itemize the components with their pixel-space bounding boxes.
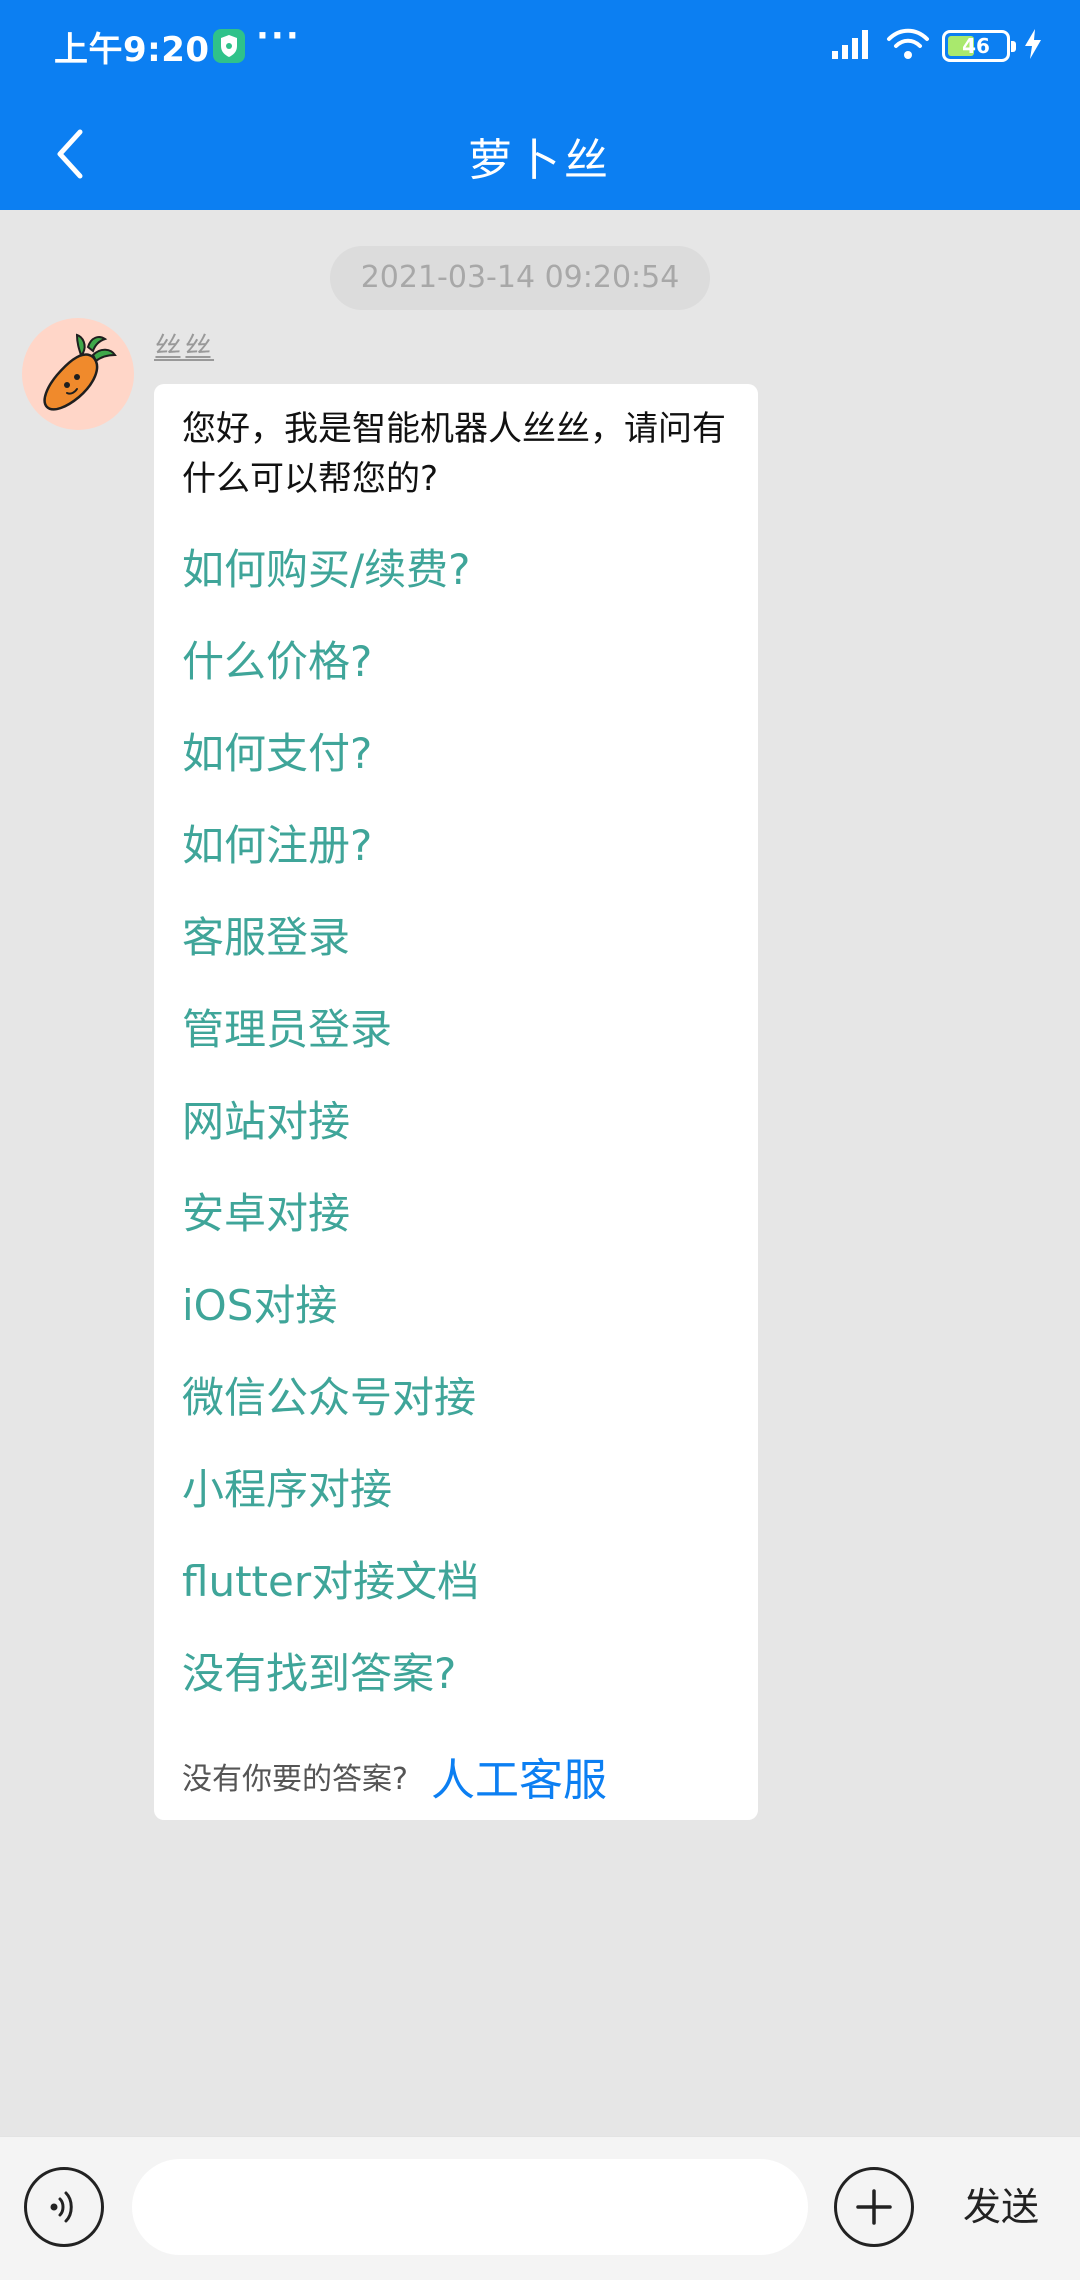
faq-option[interactable]: 如何支付? (182, 720, 372, 781)
bubble-footer: 没有你要的答案? 人工客服 (182, 1744, 607, 1806)
faq-option[interactable]: flutter对接文档 (182, 1548, 479, 1609)
status-time: 上午9:20 (54, 30, 210, 70)
message-input[interactable] (132, 2159, 808, 2255)
faq-option[interactable]: 什么价格? (182, 628, 372, 689)
carrot-icon (43, 333, 117, 411)
more-notifications-icon: ··· (256, 16, 301, 56)
sender-name: 丝丝 (154, 331, 215, 364)
charging-icon (1022, 27, 1044, 65)
faq-option[interactable]: 没有找到答案? (182, 1640, 456, 1701)
faq-option[interactable]: 安卓对接 (182, 1180, 350, 1241)
battery-level: 46 (962, 34, 990, 58)
battery-icon: 46 (942, 30, 1016, 62)
avatar[interactable] (22, 318, 134, 430)
page-title: 萝卜丝 (468, 135, 612, 186)
signal-icon (830, 27, 874, 65)
faq-option[interactable]: 网站对接 (182, 1088, 350, 1149)
voice-button[interactable] (24, 2167, 104, 2247)
send-button[interactable]: 发送 (946, 2177, 1056, 2237)
message-bubble: 您好，我是智能机器人丝丝，请问有什么可以帮您的? 如何购买/续费? 什么价格? … (154, 384, 758, 1820)
greeting-text: 您好，我是智能机器人丝丝，请问有什么可以帮您的? (182, 409, 726, 499)
no-answer-hint: 没有你要的答案? (182, 1762, 408, 1797)
faq-option[interactable]: 客服登录 (182, 904, 350, 965)
human-agent-link[interactable]: 人工客服 (431, 1755, 607, 1806)
plus-icon (856, 2189, 892, 2225)
faq-option[interactable]: 如何购买/续费? (182, 536, 470, 597)
voice-icon (50, 2191, 73, 2223)
shield-icon (212, 28, 246, 64)
status-bar: 上午9:20 ··· 46 (0, 0, 1080, 96)
nav-bar: 萝卜丝 (0, 96, 1080, 210)
faq-option[interactable]: 管理员登录 (182, 996, 392, 1057)
wifi-icon (886, 27, 930, 65)
message-timestamp: 2021-03-14 09:20:54 (330, 246, 710, 310)
faq-option[interactable]: 微信公众号对接 (182, 1364, 476, 1425)
header: 上午9:20 ··· 46 萝卜丝 (0, 0, 1080, 210)
status-right: 46 (830, 26, 1044, 66)
faq-option[interactable]: iOS对接 (182, 1272, 337, 1333)
more-button[interactable] (834, 2167, 914, 2247)
faq-option[interactable]: 小程序对接 (182, 1456, 392, 1517)
faq-option[interactable]: 如何注册? (182, 812, 372, 873)
composer-bar: 发送 (0, 2136, 1080, 2280)
